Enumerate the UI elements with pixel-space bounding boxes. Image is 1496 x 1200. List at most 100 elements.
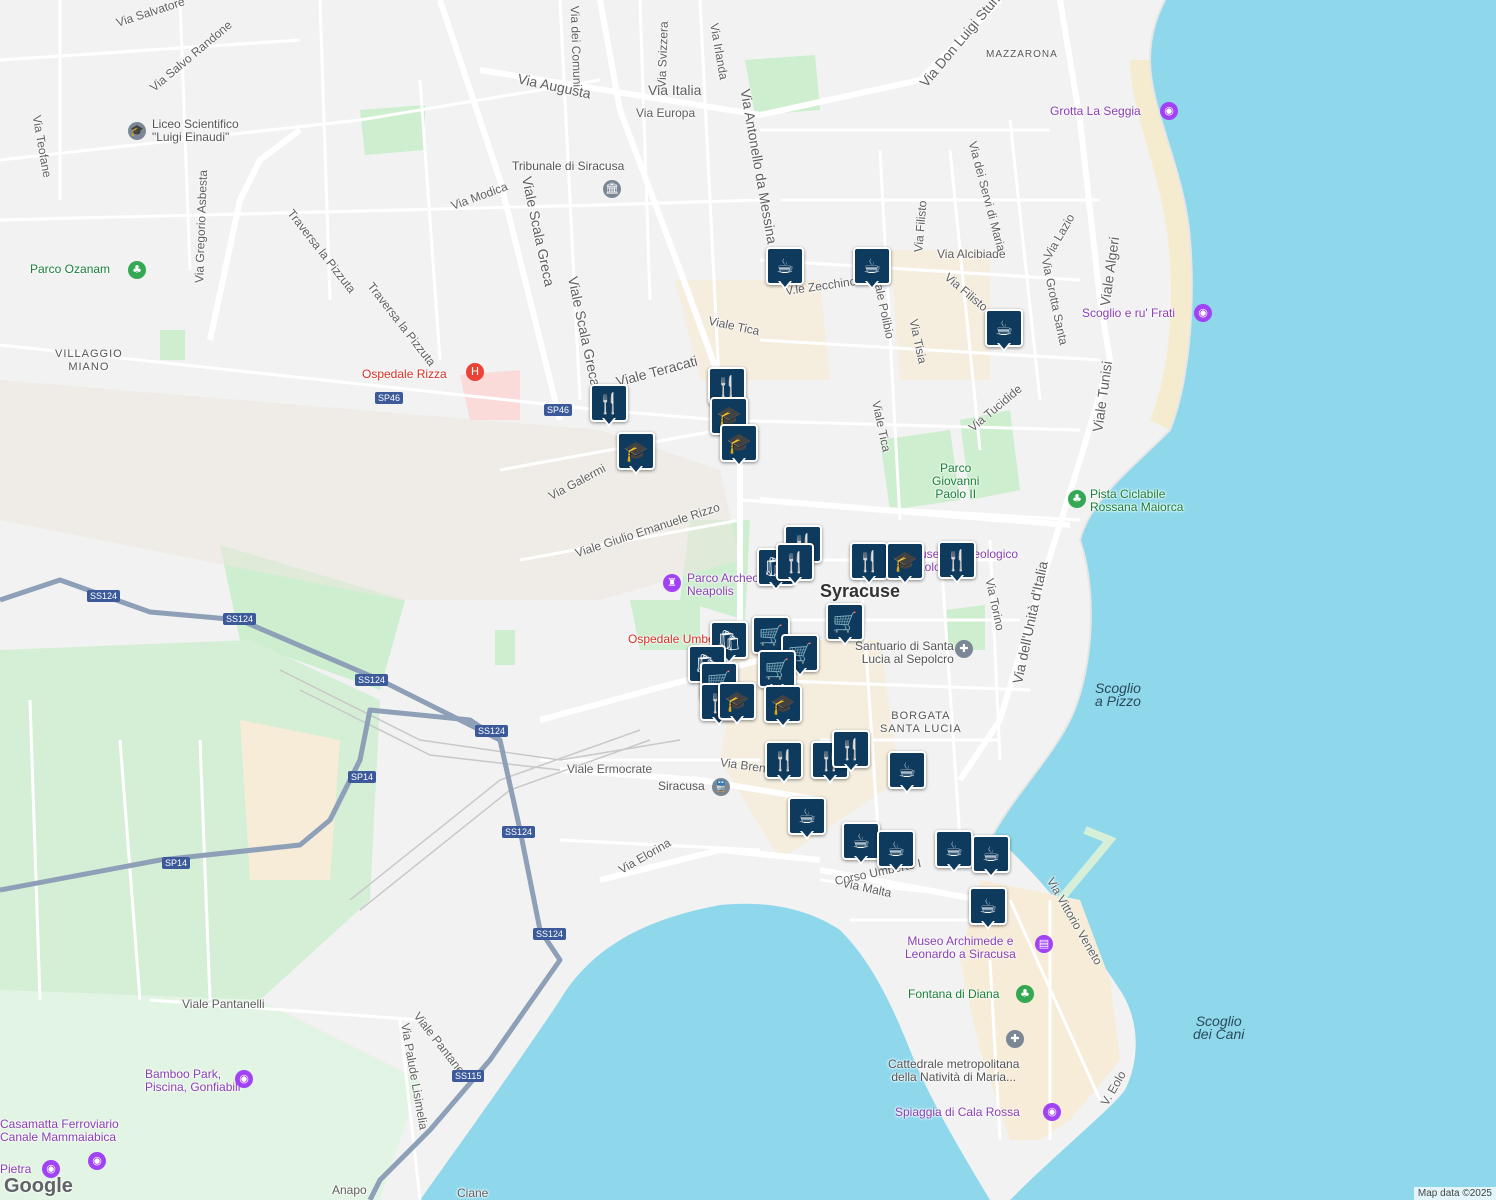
cafe-icon: ☕ (863, 254, 881, 278)
sea-label: Scoglio a Pizzo (1095, 680, 1141, 709)
park-area (360, 105, 425, 155)
river-label: Ciane (457, 1186, 489, 1200)
church-icon: ✚ (955, 640, 973, 658)
road-shield: SS124 (87, 590, 121, 602)
land-area (240, 720, 340, 880)
marker-school[interactable]: 🎓 (764, 685, 802, 731)
cafe-icon: ☕ (979, 894, 997, 918)
marker-school[interactable]: 🎓 (886, 542, 924, 588)
marker-restaurant[interactable]: 🍴 (832, 730, 870, 776)
grocery-icon: 🛒 (832, 610, 858, 634)
marker-restaurant[interactable]: 🍴 (850, 542, 888, 588)
cafe-icon: ☕ (776, 254, 794, 278)
cafe-icon: ☕ (982, 842, 1000, 866)
school-icon: 🎓 (726, 431, 752, 455)
camera-icon: ◉ (1194, 304, 1212, 322)
marker-school[interactable]: 🎓 (718, 682, 756, 728)
restaurant-icon: 🍴 (944, 548, 970, 572)
camera-icon: ◉ (235, 1070, 253, 1088)
cafe-icon: ☕ (798, 804, 816, 828)
poi-label: Pista Ciclabile Rossana Maiorca (1090, 487, 1184, 514)
road-shield: SS124 (475, 725, 509, 737)
poi-label: Cattedrale metropolitana della Natività … (888, 1057, 1020, 1084)
grocery-icon: 🛒 (764, 657, 790, 681)
church-icon: ✚ (1006, 1030, 1024, 1048)
marker-restaurant[interactable]: 🍴 (765, 741, 803, 787)
restaurant-icon: 🍴 (856, 549, 882, 573)
marker-cafe[interactable]: ☕ (842, 822, 880, 868)
road-shield: SS124 (533, 928, 567, 940)
marker-cafe[interactable]: ☕ (877, 830, 915, 876)
poi-label: Casamatta Ferroviario Canale Mammaiabica (0, 1117, 119, 1144)
sea-label: Scoglio dei Cani (1193, 1013, 1245, 1042)
poi-label: Scoglio e ru' Frati (1082, 306, 1175, 320)
poi-label: Bamboo Park, Piscina, Gonfiabili (145, 1067, 241, 1094)
road-shield: SP46 (375, 392, 404, 404)
restaurant-icon: 🍴 (596, 391, 622, 415)
restaurant-icon: 🍴 (838, 737, 864, 761)
park-area (160, 330, 185, 360)
tree-icon: ♣ (1068, 490, 1086, 508)
road-shield: SP14 (348, 771, 377, 783)
tree-icon: ♣ (128, 261, 146, 279)
cafe-icon: ☕ (945, 837, 963, 861)
tree-icon: ♣ (1016, 985, 1034, 1003)
marker-school[interactable]: 🎓 (720, 424, 758, 470)
map-base-layer (0, 0, 1496, 1200)
road-shield: SS124 (355, 674, 389, 686)
marker-cafe[interactable]: ☕ (853, 247, 891, 293)
marker-restaurant[interactable]: 🍴 (776, 543, 814, 589)
marker-restaurant[interactable]: 🍴 (590, 384, 628, 430)
camera-icon: ◉ (1160, 102, 1178, 120)
marker-cafe[interactable]: ☕ (985, 309, 1023, 355)
marker-cafe[interactable]: ☕ (935, 830, 973, 876)
school-icon: 🎓 (892, 549, 918, 573)
school-icon: 🎓 (770, 692, 796, 716)
monument-icon: ♜ (663, 574, 681, 592)
street-label: Via Svizzera (654, 21, 671, 88)
cafe-icon: ☕ (887, 837, 905, 861)
marker-school[interactable]: 🎓 (617, 432, 655, 478)
marker-restaurant[interactable]: 🍴 (938, 541, 976, 587)
poi-label: Siracusa (658, 779, 705, 793)
poi-label: Grotta La Seggia (1050, 104, 1141, 118)
school-icon: 🎓 (724, 689, 750, 713)
street-label: Viale Pantanelli (182, 997, 265, 1011)
marker-cafe[interactable]: ☕ (972, 835, 1010, 881)
road-shield: SS124 (502, 826, 536, 838)
district-label: VILLAGGIO MIANO (55, 348, 123, 373)
school-icon: 🎓 (623, 439, 649, 463)
street-label: Viale Ermocrate (567, 762, 653, 776)
marker-cafe[interactable]: ☕ (788, 797, 826, 843)
school-icon: 🎓 (128, 122, 146, 140)
cafe-icon: ☕ (852, 829, 870, 853)
poi-label: Santuario di Santa Lucia al Sepolcro (855, 639, 954, 666)
poi-label: Ospedale Rizza (362, 367, 447, 381)
district-label: MAZZARONA (986, 49, 1058, 60)
river-label: Anapo (332, 1183, 367, 1197)
marker-cafe[interactable]: ☕ (766, 247, 804, 293)
google-logo: Google (4, 1175, 73, 1197)
map-attribution: Map data ©2025 (1413, 1187, 1496, 1200)
road-shield: SP14 (162, 857, 191, 869)
poi-label: Liceo Scientifico "Luigi Einaudi" (152, 117, 239, 144)
museum-icon: ▤ (1035, 935, 1053, 953)
street-label: Via dei Comuni (567, 5, 585, 88)
street-label: Via Europa (636, 106, 696, 120)
marker-grocery[interactable]: 🛒 (826, 603, 864, 649)
park-area (495, 630, 515, 665)
district-label: BORGATA SANTA LUCIA (880, 710, 962, 735)
road-shield: SP46 (544, 404, 573, 416)
marker-cafe[interactable]: ☕ (969, 887, 1007, 933)
poi-label: Spiaggia di Cala Rossa (895, 1105, 1020, 1119)
poi-label: Tribunale di Siracusa (512, 159, 625, 173)
street-label: Via Italia (648, 82, 702, 98)
train-icon: 🚆 (712, 778, 730, 796)
restaurant-icon: 🍴 (782, 550, 808, 574)
camera-icon: ◉ (88, 1152, 106, 1170)
road-shield: SS124 (223, 613, 257, 625)
map-canvas[interactable]: Syracuse BORGATA SANTA LUCIA VILLAGGIO M… (0, 0, 1496, 1200)
cafe-icon: ☕ (995, 316, 1013, 340)
park-area (0, 990, 420, 1200)
marker-cafe[interactable]: ☕ (888, 751, 926, 797)
